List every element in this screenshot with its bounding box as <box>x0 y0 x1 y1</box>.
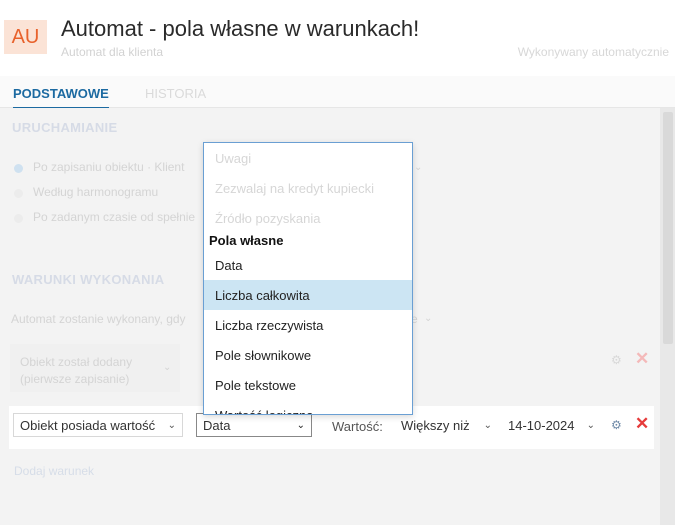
condition-type-select[interactable]: Obiekt posiada wartość ⌄ <box>13 413 183 437</box>
chevron-down-icon: ⌄ <box>414 162 423 173</box>
field-select-value: Data <box>203 417 231 433</box>
tab-bar: PODSTAWOWE HISTORIA <box>0 76 675 110</box>
gear-icon[interactable]: ⚙ <box>611 418 622 432</box>
section-title-launch: URUCHAMIANIE <box>12 120 118 135</box>
date-picker[interactable]: 14-10-2024 ⌄ <box>502 413 601 437</box>
condition-type-value: Obiekt posiada wartość <box>20 417 156 433</box>
chevron-down-icon: ⌄ <box>296 419 305 431</box>
close-icon[interactable]: ✕ <box>635 414 649 434</box>
value-label: Wartość: <box>332 419 383 434</box>
chevron-down-icon: ⌄ <box>483 419 492 431</box>
field-dropdown-list[interactable]: Uwagi Zezwalaj na kredyt kupiecki Źródło… <box>203 142 413 415</box>
dropdown-option-integer[interactable]: Liczba całkowita <box>204 280 412 310</box>
dropdown-group-label: Pola własne <box>209 233 284 248</box>
page-title: Automat - pola własne w warunkach! <box>61 16 420 41</box>
dropdown-option-dictionary[interactable]: Pole słownikowe <box>204 340 412 370</box>
field-select[interactable]: Data ⌄ <box>196 413 312 437</box>
radio-label-after-save: Po zapisaniu obiektu · Klient <box>33 160 185 174</box>
trigger-line-2: (pierwsze zapisanie) <box>20 372 130 386</box>
header: AU Automat - pola własne w warunkach! Au… <box>0 0 675 76</box>
dropdown-option-data[interactable]: Data <box>204 250 412 280</box>
chevron-down-icon: ⌄ <box>167 419 176 431</box>
dropdown-option[interactable]: Zezwalaj na kredyt kupiecki <box>204 173 412 203</box>
chevron-down-icon: ⌄ <box>424 313 433 324</box>
scrollbar-thumb[interactable] <box>663 112 673 344</box>
radio-delay[interactable] <box>14 214 23 223</box>
avatar: AU <box>4 20 47 54</box>
dropdown-option[interactable]: Źródło pozyskania <box>204 203 412 233</box>
operator-value: Większy niż <box>401 417 470 433</box>
conditions-intro: Automat zostanie wykonany, gdy <box>11 312 186 326</box>
page-subtitle: Automat dla klienta <box>61 45 164 59</box>
chevron-down-icon: ⌄ <box>586 419 595 431</box>
operator-select[interactable]: Większy niż ⌄ <box>395 413 498 437</box>
dropdown-option-real[interactable]: Liczba rzeczywista <box>204 310 412 340</box>
chevron-down-icon: ⌄ <box>163 362 172 373</box>
dropdown-option[interactable]: Uwagi <box>204 143 412 173</box>
trigger-select[interactable]: Obiekt został dodany (pierwsze zapisanie… <box>10 344 180 392</box>
date-value: 14-10-2024 <box>508 417 575 433</box>
trigger-line-1: Obiekt został dodany <box>20 355 133 369</box>
gear-icon[interactable]: ⚙ <box>611 353 622 367</box>
radio-after-save[interactable] <box>14 164 23 173</box>
radio-schedule[interactable] <box>14 189 23 198</box>
radio-label-schedule: Według harmonogramu <box>33 185 159 199</box>
add-condition-link[interactable]: Dodaj warunek <box>14 464 94 478</box>
tab-podstawowe[interactable]: PODSTAWOWE <box>13 86 109 110</box>
dropdown-option-text[interactable]: Pole tekstowe <box>204 370 412 400</box>
dropdown-option-boolean[interactable]: Wartość logiczna <box>204 400 412 415</box>
close-icon[interactable]: ✕ <box>635 349 649 369</box>
execution-mode: Wykonywany automatycznie <box>517 45 669 59</box>
section-title-conditions: WARUNKI WYKONANIA <box>12 272 165 287</box>
tab-historia[interactable]: HISTORIA <box>145 86 206 101</box>
radio-label-delay: Po zadanym czasie od spełnie <box>33 210 196 224</box>
